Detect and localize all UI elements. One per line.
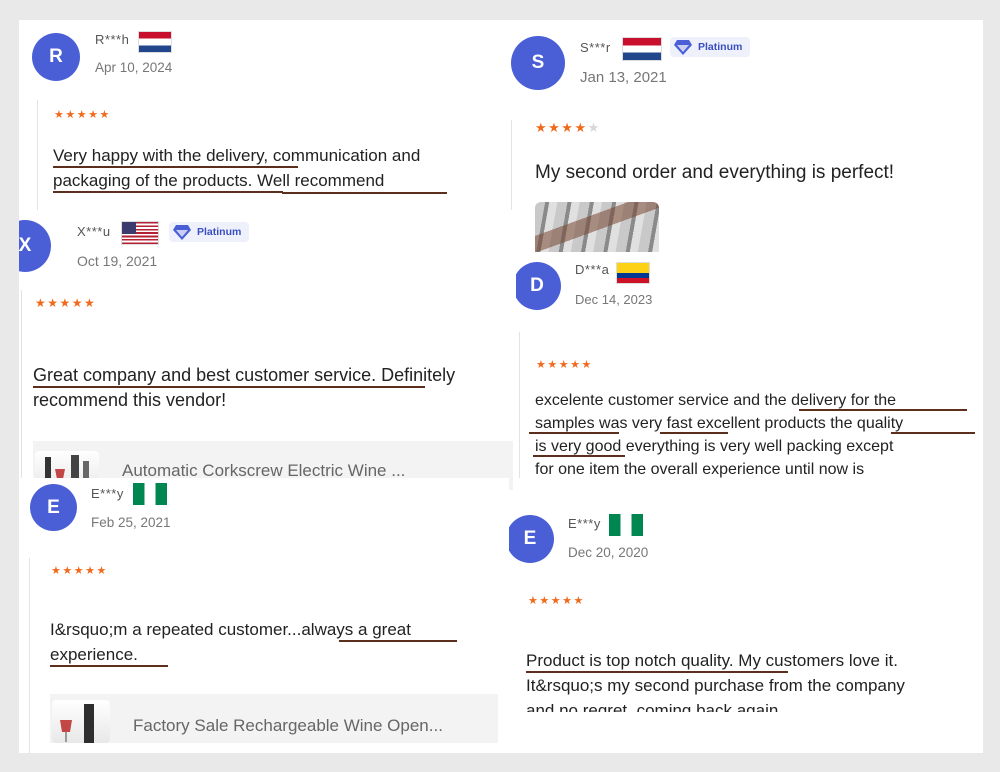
wine-opener-icon bbox=[60, 704, 94, 743]
highlight-underline bbox=[799, 409, 967, 411]
star-icon: ★★★★★ bbox=[536, 359, 593, 371]
star-rating: ★★★★★ bbox=[35, 296, 96, 310]
review-line: Product is top notch quality. My custome… bbox=[526, 651, 898, 670]
review-card: R R***h Apr 10, 2024 ★★★★★ Very happy wi… bbox=[19, 20, 499, 210]
diamond-icon bbox=[674, 40, 692, 55]
star-icon: ★★★★★ bbox=[51, 565, 108, 577]
nigeria-flag-icon bbox=[609, 514, 643, 536]
product-thumbnail bbox=[52, 700, 110, 743]
star-rating: ★★★★★ bbox=[535, 120, 601, 136]
review-card: E E***y Feb 25, 2021 ★★★★★ I&rsquo;m a r… bbox=[19, 478, 509, 753]
review-line: I&rsquo;m a repeated customer...always a… bbox=[50, 620, 411, 639]
review-date: Feb 25, 2021 bbox=[91, 515, 171, 530]
review-text: My second order and everything is perfec… bbox=[535, 160, 975, 185]
review-collage: R R***h Apr 10, 2024 ★★★★★ Very happy wi… bbox=[19, 20, 983, 753]
review-date: Dec 14, 2023 bbox=[575, 292, 653, 307]
review-date: Oct 19, 2021 bbox=[77, 253, 158, 269]
star-icon: ★★★★★ bbox=[35, 296, 97, 310]
reviewer-name: D***a bbox=[575, 262, 610, 277]
highlight-underline bbox=[660, 432, 728, 434]
highlight-underline bbox=[526, 671, 788, 673]
highlight-underline bbox=[891, 432, 975, 434]
usa-flag-icon bbox=[121, 221, 159, 245]
divider bbox=[21, 290, 22, 490]
reviewer-name: R***h bbox=[95, 32, 130, 47]
review-line: for one item the overall experience unti… bbox=[535, 461, 865, 478]
review-line: Very happy with the delivery, communicat… bbox=[53, 146, 421, 165]
review-line: Great company and best customer service.… bbox=[33, 365, 456, 385]
highlight-underline bbox=[53, 166, 298, 168]
highlight-underline bbox=[339, 640, 457, 642]
star-icon: ★★★★★ bbox=[54, 109, 111, 121]
star-icon: ★★★★ bbox=[535, 120, 588, 135]
badge-label: Platinum bbox=[698, 41, 743, 53]
divider bbox=[29, 558, 30, 753]
star-rating: ★★★★★ bbox=[51, 564, 108, 577]
review-line: recommend this vendor! bbox=[33, 390, 227, 410]
review-text: I&rsquo;m a repeated customer...always a… bbox=[50, 617, 500, 667]
highlight-underline bbox=[529, 432, 619, 434]
review-date: Dec 20, 2020 bbox=[568, 545, 649, 560]
avatar: E bbox=[30, 484, 77, 531]
review-line: experience. bbox=[50, 645, 138, 664]
star-rating: ★★★★★ bbox=[528, 594, 585, 607]
review-card: X X***u Platinum Oct 19, 2021 ★★★★★ Grea… bbox=[19, 210, 516, 490]
highlight-underline bbox=[50, 665, 168, 667]
review-text: Product is top notch quality. My custome… bbox=[526, 648, 981, 712]
reviewer-name: S***r bbox=[580, 40, 611, 55]
review-line: packaging of the products. Well recommen… bbox=[53, 171, 385, 190]
review-date: Apr 10, 2024 bbox=[95, 60, 173, 75]
colombia-flag-icon bbox=[616, 262, 650, 284]
avatar: X bbox=[19, 220, 51, 272]
star-rating: ★★★★★ bbox=[536, 358, 593, 371]
reviewer-name: E***y bbox=[91, 486, 124, 501]
review-text: Very happy with the delivery, communicat… bbox=[53, 143, 493, 193]
avatar: D bbox=[516, 262, 561, 310]
star-empty-icon: ★ bbox=[587, 120, 601, 135]
netherlands-flag-icon bbox=[622, 37, 662, 61]
highlight-underline bbox=[282, 192, 447, 194]
highlight-underline bbox=[33, 386, 425, 388]
review-card: D D***a Dec 14, 2023 ★★★★★ excelente cus… bbox=[516, 252, 983, 478]
review-text: Great company and best customer service.… bbox=[33, 363, 516, 413]
netherlands-flag-icon bbox=[138, 31, 172, 53]
reviewer-name: X***u bbox=[77, 224, 111, 239]
review-date: Jan 13, 2021 bbox=[580, 69, 667, 86]
badge-label: Platinum bbox=[197, 226, 242, 238]
platinum-badge: Platinum bbox=[670, 37, 751, 57]
review-card: E E***y Dec 20, 2020 ★★★★★ Product is to… bbox=[509, 502, 983, 712]
star-rating: ★★★★★ bbox=[54, 108, 111, 121]
review-card: S S***r Platinum Jan 13, 2021 ★★★★★ My s… bbox=[499, 20, 983, 270]
avatar: R bbox=[32, 33, 80, 81]
divider bbox=[37, 100, 38, 210]
review-line: It&rsquo;s my second purchase from the c… bbox=[526, 676, 905, 695]
diamond-icon bbox=[173, 225, 191, 240]
platinum-badge: Platinum bbox=[169, 222, 250, 242]
avatar: E bbox=[509, 515, 554, 563]
divider bbox=[519, 332, 520, 478]
highlight-underline bbox=[53, 191, 283, 193]
nigeria-flag-icon bbox=[133, 483, 167, 505]
highlight-underline bbox=[533, 455, 625, 457]
star-icon: ★★★★★ bbox=[528, 595, 585, 607]
avatar: S bbox=[511, 36, 565, 90]
reviewer-name: E***y bbox=[568, 516, 601, 531]
review-line: My second order and everything is perfec… bbox=[535, 162, 895, 183]
product-link[interactable]: Factory Sale Rechargeable Wine Open... bbox=[50, 694, 498, 743]
review-line: and no regret. coming back again. bbox=[526, 701, 784, 712]
product-name: Factory Sale Rechargeable Wine Open... bbox=[133, 716, 443, 735]
